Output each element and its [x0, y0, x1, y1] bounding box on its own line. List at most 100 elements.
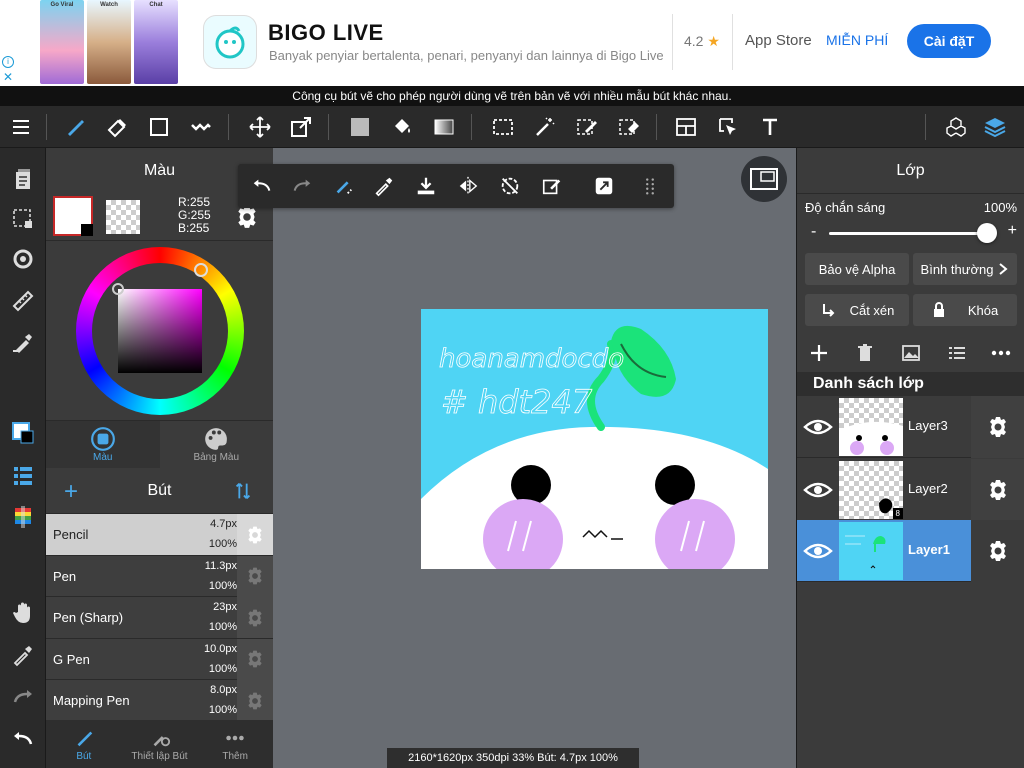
eyedropper-icon[interactable] — [8, 640, 38, 670]
drawing-canvas[interactable]: hoanamdocdo # hdt247 — [421, 309, 768, 569]
selection-icon[interactable] — [8, 204, 38, 234]
clipping-button[interactable]: Cắt xén — [805, 294, 909, 326]
brush-settings-gear-icon[interactable] — [237, 555, 273, 597]
select-tool-icon[interactable] — [488, 112, 518, 142]
blend-mode-button[interactable]: Bình thường — [913, 253, 1017, 285]
brush-item[interactable]: Mapping Pen 8.0px 100% — [46, 680, 273, 722]
layer-list-icon[interactable] — [8, 460, 38, 490]
grip-icon[interactable] — [636, 172, 664, 200]
gradient-tool-icon[interactable] — [429, 112, 459, 142]
redo-icon[interactable] — [288, 172, 316, 200]
brush-name: G Pen — [53, 651, 90, 667]
divider — [925, 114, 926, 140]
hand-tool-icon[interactable] — [8, 598, 38, 628]
frame-divider-icon[interactable] — [671, 112, 701, 142]
saturation-value-square[interactable] — [118, 289, 202, 373]
slider-plus[interactable]: + — [1008, 223, 1017, 239]
brush-settings-gear-icon[interactable] — [237, 597, 273, 639]
ad-banner[interactable]: Go Viral Watch Chat i ✕ BIGO LIVE Banyak… — [0, 0, 1024, 86]
sv-handle[interactable] — [112, 283, 124, 295]
layer-image-icon[interactable] — [897, 340, 925, 366]
layer-name: Layer2 — [908, 481, 948, 496]
transform-tool-icon[interactable] — [286, 112, 316, 142]
color-wheel-area[interactable] — [46, 240, 273, 420]
lock-button[interactable]: Khóa — [913, 294, 1017, 326]
slider-minus[interactable]: - — [811, 224, 816, 240]
navigator-button[interactable] — [741, 156, 787, 202]
magic-wand-icon[interactable] — [530, 112, 560, 142]
opacity-slider[interactable]: - + — [805, 223, 1017, 243]
layer-settings-gear-icon[interactable] — [971, 396, 1024, 458]
ad-close-icon[interactable]: ✕ — [3, 70, 13, 84]
tab-color[interactable]: Màu — [46, 421, 160, 468]
redo-icon[interactable] — [8, 682, 38, 712]
undo-icon[interactable] — [248, 172, 276, 200]
shape-tool-icon[interactable] — [144, 112, 174, 142]
rgb-b: B:255 — [178, 221, 210, 235]
menu-icon[interactable] — [6, 112, 36, 142]
ruler-icon[interactable] — [8, 286, 38, 316]
layer-properties-icon[interactable] — [943, 340, 971, 366]
foreground-color-swatch[interactable] — [53, 196, 93, 236]
move-tool-icon[interactable] — [245, 112, 275, 142]
layer-settings-gear-icon[interactable] — [971, 520, 1024, 582]
brush-opacity: 100% — [208, 579, 237, 592]
visibility-eye-icon[interactable] — [803, 475, 833, 505]
select-eraser-icon[interactable] — [614, 112, 644, 142]
slider-knob[interactable] — [977, 223, 997, 243]
layer-row-selected[interactable]: Layer1 — [797, 520, 1024, 582]
brush-item[interactable]: Pencil 4.7px 100% — [46, 514, 273, 556]
brush-item[interactable]: G Pen 10.0px 100% — [46, 638, 273, 681]
sort-icon[interactable] — [232, 480, 254, 502]
background-color-swatch[interactable] — [106, 200, 140, 234]
alpha-protect-button[interactable]: Bảo vệ Alpha — [805, 253, 909, 285]
select-pen-icon[interactable] — [572, 112, 602, 142]
stabilizer-icon[interactable] — [8, 328, 38, 358]
ad-shot-label: Watch — [100, 2, 118, 8]
operation-tool-icon[interactable] — [713, 112, 743, 142]
edit-selection-icon[interactable] — [538, 172, 566, 200]
lock-icon — [933, 302, 944, 317]
brush-item[interactable]: Pen 11.3px 100% — [46, 555, 273, 598]
fill-color-icon[interactable] — [345, 112, 375, 142]
hue-handle[interactable] — [194, 263, 208, 277]
brush-item[interactable]: Pen (Sharp) 23px 100% — [46, 597, 273, 639]
tab-brush[interactable]: Bút — [46, 720, 122, 768]
more-options-icon[interactable] — [987, 340, 1015, 366]
layers-icon[interactable] — [980, 112, 1010, 142]
visibility-eye-icon[interactable] — [803, 412, 833, 442]
layer-row[interactable]: 8 Layer2 — [797, 459, 1024, 521]
slider-track[interactable] — [829, 232, 989, 235]
brush-settings-gear-icon[interactable] — [237, 680, 273, 722]
visibility-eye-icon[interactable] — [803, 536, 833, 566]
ad-install-button[interactable]: Cài đặT — [907, 24, 991, 58]
ad-info-icon[interactable]: i — [2, 56, 14, 68]
eyedropper-icon[interactable] — [370, 172, 398, 200]
snap-pen-icon[interactable] — [330, 172, 358, 200]
tab-palette[interactable]: Bảng Màu — [160, 421, 274, 468]
add-layer-icon[interactable] — [805, 340, 833, 366]
text-tool-icon[interactable] — [755, 112, 785, 142]
materials-icon[interactable] — [941, 112, 971, 142]
undo-icon[interactable] — [8, 724, 38, 754]
brush-tool-icon[interactable] — [60, 112, 90, 142]
color-bar-icon[interactable] — [8, 502, 38, 532]
tab-more[interactable]: Thêm — [197, 720, 273, 768]
save-download-icon[interactable] — [412, 172, 440, 200]
layer-settings-gear-icon[interactable] — [971, 459, 1024, 521]
reset-rotation-icon[interactable] — [496, 172, 524, 200]
tab-brush-settings[interactable]: Thiết lập Bút — [122, 720, 198, 768]
layer-row[interactable]: Layer3 — [797, 396, 1024, 458]
pages-icon[interactable] — [8, 164, 38, 194]
flip-icon[interactable] — [454, 172, 482, 200]
color-swatch-icon[interactable] — [8, 418, 38, 448]
bucket-tool-icon[interactable] — [387, 112, 417, 142]
brush-opacity: 100% — [208, 662, 237, 675]
rotate-view-icon[interactable] — [8, 244, 38, 274]
correction-tool-icon[interactable] — [186, 112, 216, 142]
brush-settings-gear-icon[interactable] — [237, 638, 273, 680]
delete-layer-icon[interactable] — [851, 340, 879, 366]
eraser-tool-icon[interactable] — [102, 112, 132, 142]
share-icon[interactable] — [590, 172, 618, 200]
brush-settings-gear-icon[interactable] — [237, 514, 273, 555]
